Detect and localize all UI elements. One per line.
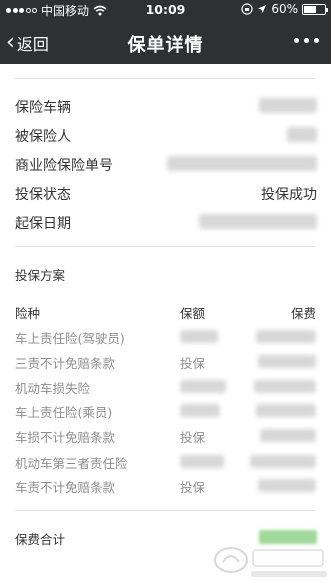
coverage-name: 机动车第三者责任险 [15, 456, 128, 471]
coverage-amount-redacted [180, 380, 226, 393]
coverage-row: 车上责任险(乘员) [15, 402, 316, 422]
watermark-logo [214, 547, 327, 577]
coverage-fee-redacted [256, 330, 316, 343]
info-row-vehicle: 保险车辆 [15, 95, 317, 117]
col-amount-header: 保额 [180, 306, 206, 321]
vehicle-value-redacted [259, 98, 317, 113]
plan-section-title: 投保方案 [15, 268, 66, 283]
coverage-amount: 投保 [180, 480, 206, 495]
coverage-name: 三责不计免赔条款 [15, 356, 116, 371]
page-title: 保单详情 [127, 35, 204, 56]
policy-number-label: 商业险保险单号 [15, 158, 113, 174]
coverage-row: 车损不计免赔条款 投保 [15, 427, 316, 447]
coverage-amount-redacted [180, 330, 218, 343]
status-bar: 中国移动 10:09 60% [0, 0, 331, 20]
coverage-fee-redacted [258, 355, 316, 368]
coverage-name: 车上责任险(驾驶员) [15, 331, 125, 346]
coverage-row: 车上责任险(驾驶员) [15, 328, 316, 348]
insured-label: 被保险人 [15, 129, 71, 145]
col-name-header: 险种 [15, 306, 41, 321]
start-date-label: 起保日期 [15, 216, 71, 232]
insured-value-redacted [287, 127, 317, 142]
location-arrow-icon [258, 5, 267, 13]
info-row-start-date: 起保日期 [15, 211, 317, 233]
coverage-row: 车责不计免赔条款 投保 [15, 477, 316, 497]
more-dots-icon[interactable] [294, 38, 319, 43]
battery-level [304, 5, 316, 13]
policy-number-redacted [167, 156, 317, 171]
coverage-row: 三责不计免赔条款 投保 [15, 353, 316, 373]
start-date-redacted [199, 214, 317, 229]
status-right-group: 60% [241, 2, 328, 16]
coverage-amount-redacted [180, 404, 220, 417]
battery-icon [302, 3, 328, 15]
info-row-insured: 被保险人 [15, 124, 317, 146]
coverage-amount-redacted [180, 455, 224, 468]
vehicle-label: 保险车辆 [15, 100, 71, 116]
col-fee-header: 保费 [290, 306, 316, 321]
plan-divider [15, 510, 316, 511]
status-value: 投保成功 [261, 187, 317, 203]
policy-detail-screen: 中国移动 10:09 60% ‹ 返回 保单详情 保险车辆 被保险人 商业险保险… [0, 0, 331, 583]
info-row-policy-number: 商业险保险单号 [15, 153, 317, 175]
coverage-fee-redacted [256, 404, 316, 417]
coverage-row: 机动车损失险 [15, 378, 316, 398]
status-label: 投保状态 [15, 187, 71, 203]
coverage-fee-redacted [260, 429, 316, 442]
coverage-fee-redacted [258, 479, 316, 492]
info-divider [15, 246, 316, 247]
coverage-name: 机动车损失险 [15, 381, 91, 396]
coverage-row: 机动车第三者责任险 [15, 453, 316, 473]
top-divider [14, 78, 316, 79]
coverage-amount: 投保 [180, 356, 206, 371]
coverage-name: 车损不计免赔条款 [15, 430, 116, 445]
coverage-fee-redacted [254, 380, 316, 393]
nav-bar: ‹ 返回 保单详情 [0, 20, 331, 64]
coverage-name: 车上责任险(乘员) [15, 405, 113, 420]
info-row-status: 投保状态 投保成功 [15, 182, 317, 204]
total-label: 保费合计 [15, 532, 66, 547]
coverage-name: 车责不计免赔条款 [15, 480, 116, 495]
coverage-fee-redacted [250, 455, 316, 468]
rotation-lock-icon [241, 3, 253, 15]
coverage-amount: 投保 [180, 430, 206, 445]
battery-percent: 60% [271, 2, 298, 16]
